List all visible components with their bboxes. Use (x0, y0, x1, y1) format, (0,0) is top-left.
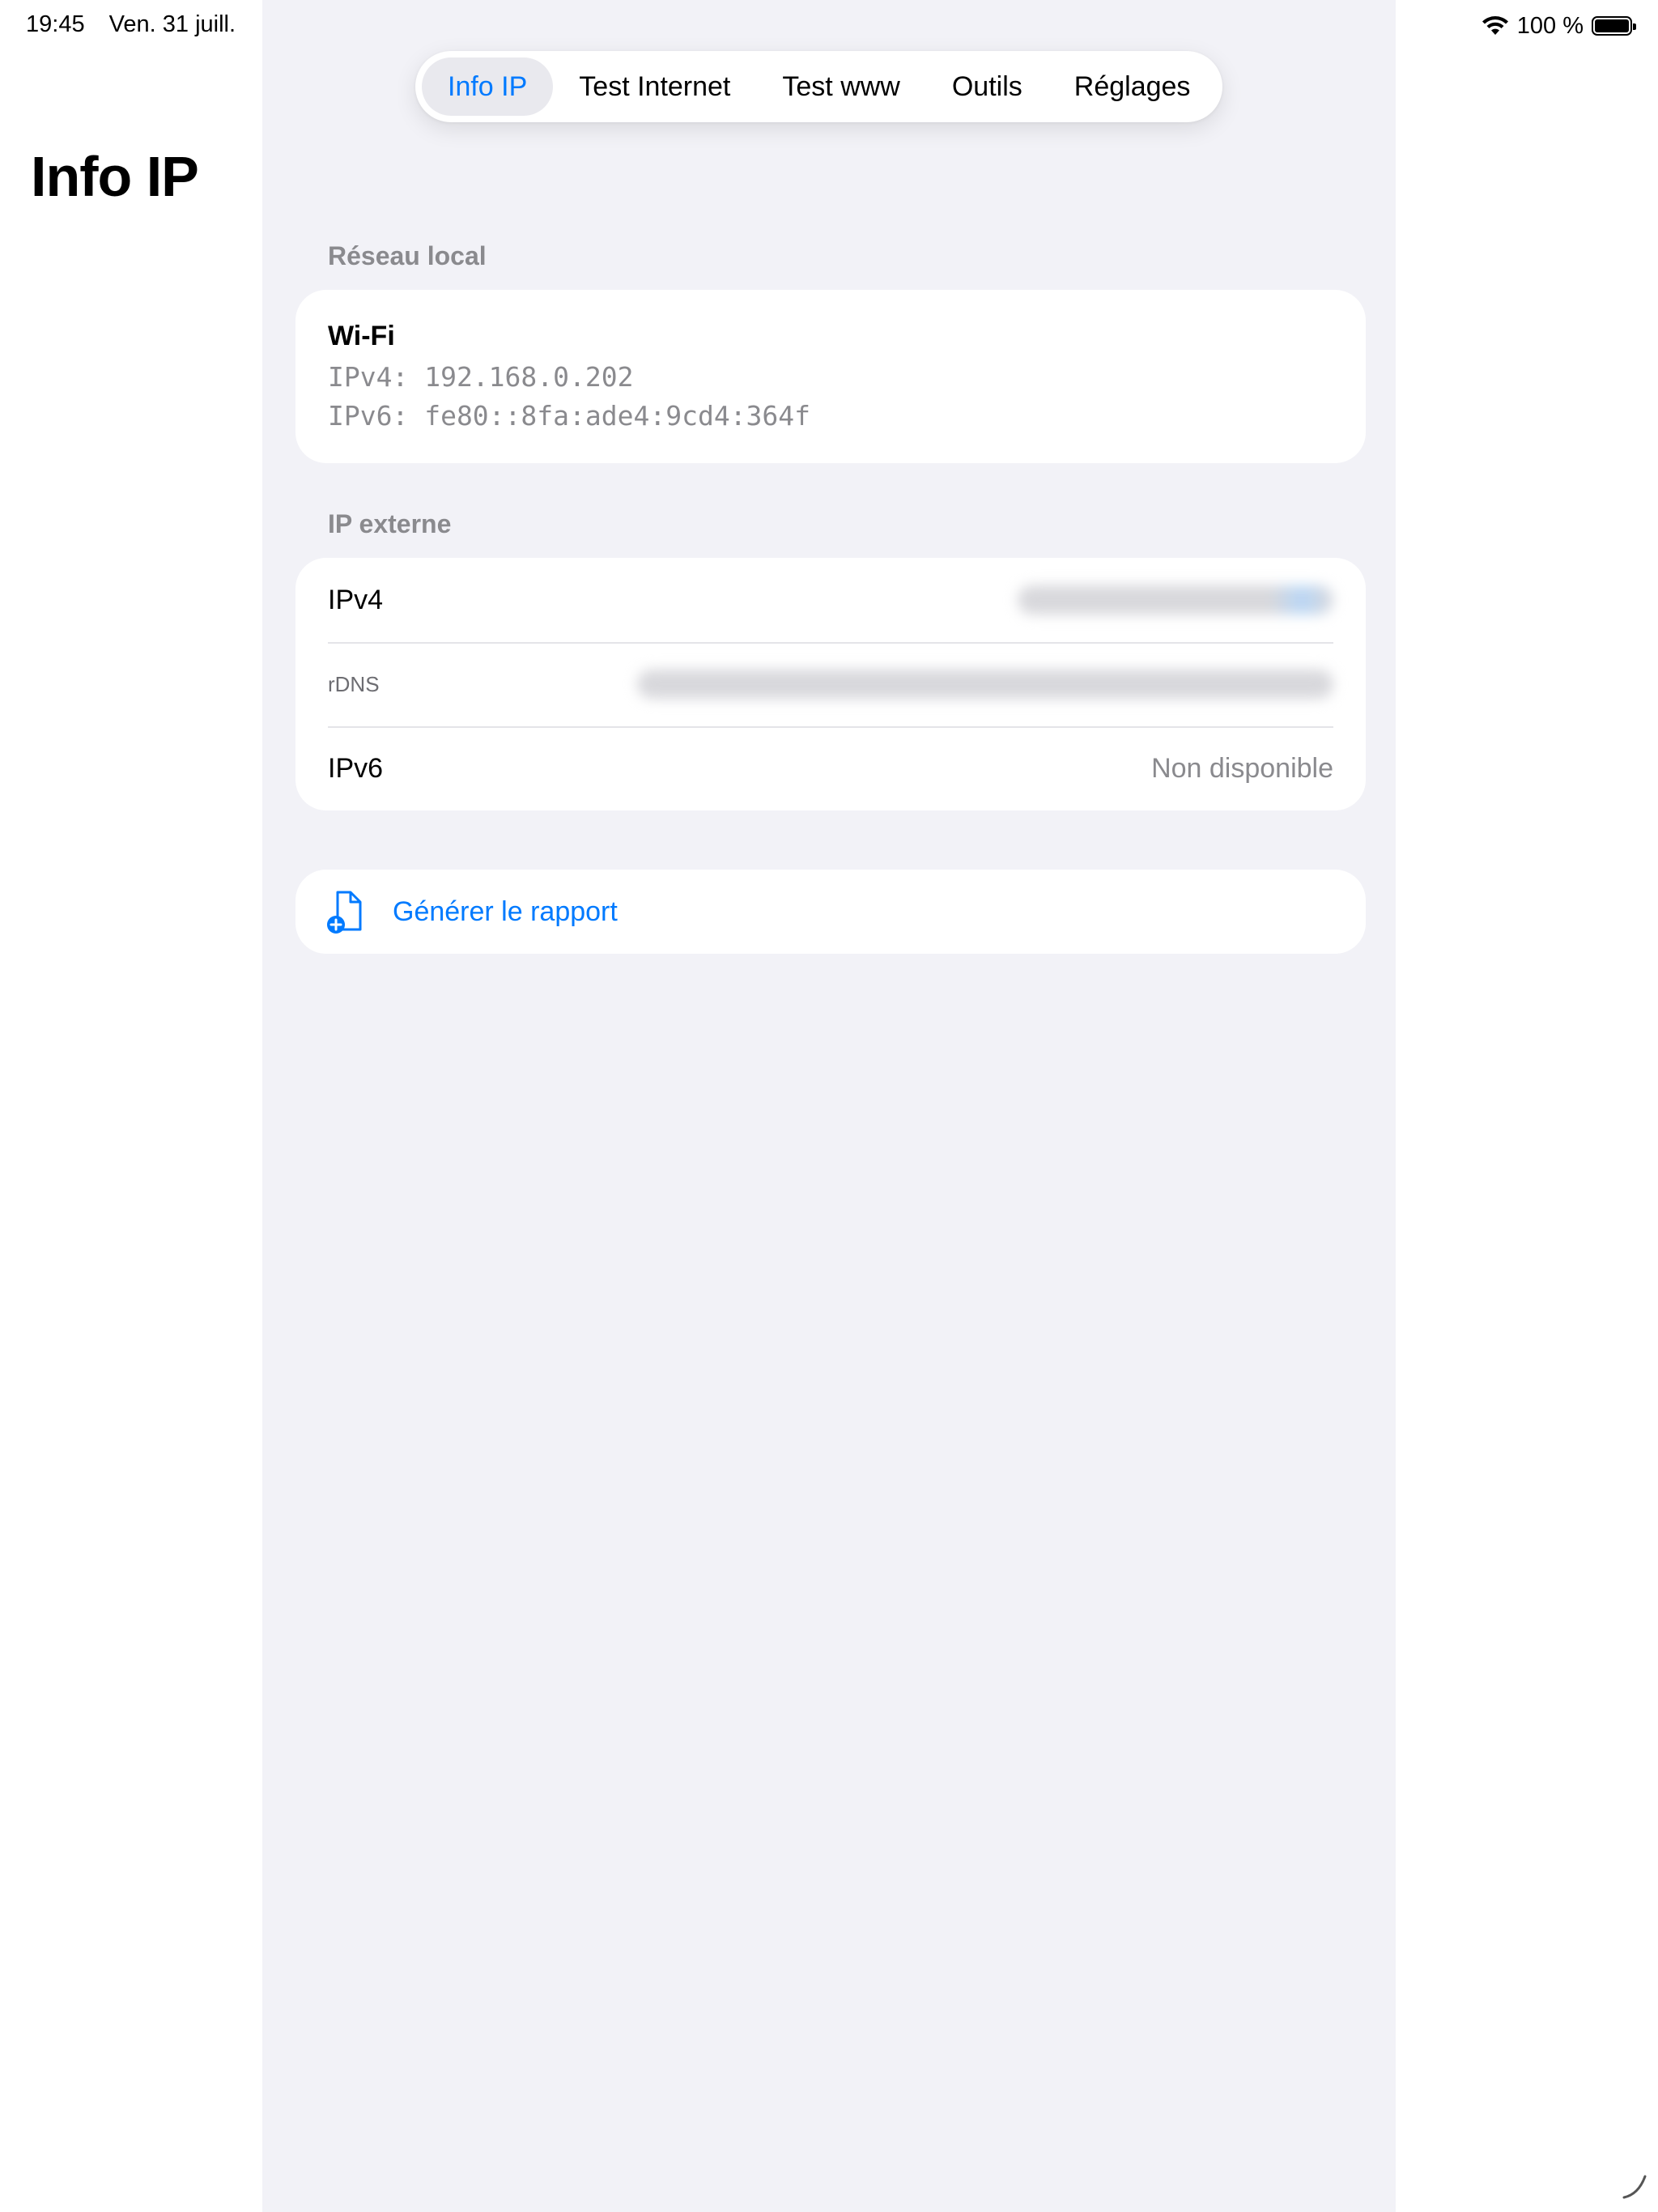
tab-test-www[interactable]: Test www (756, 57, 925, 116)
battery-full-icon (1592, 16, 1636, 36)
external-ipv6-label: IPv6 (328, 752, 384, 784)
external-ipv6-row: IPv6 Non disponible (328, 726, 1333, 810)
generate-report-label: Générer le rapport (393, 896, 618, 927)
tab-info-ip[interactable]: Info IP (422, 57, 554, 116)
rdns-label: rDNS (328, 671, 380, 696)
status-bar-right: 100 % (1482, 10, 1636, 42)
local-ipv6-address: IPv6: fe80::8fa:ade4:9cd4:364f (328, 400, 811, 432)
tab-bar: Info IP Test Internet Test www Outils Ré… (415, 51, 1223, 122)
resize-handle-icon[interactable] (1621, 2172, 1650, 2201)
tab-outils[interactable]: Outils (926, 57, 1048, 116)
redacted-ipv4-value (1018, 585, 1333, 615)
status-bar-left: 19:45 Ven. 31 juill. (26, 11, 236, 38)
external-ipv6-value: Non disponible (1151, 752, 1333, 784)
tab-test-internet[interactable]: Test Internet (553, 57, 756, 116)
tab-reglages[interactable]: Réglages (1048, 57, 1217, 116)
wifi-interface-title: Wi-Fi (328, 321, 395, 351)
document-add-icon (327, 891, 362, 934)
page-title: Info IP (31, 145, 199, 208)
status-time: 19:45 (26, 11, 85, 37)
redacted-rdns-value (637, 670, 1333, 699)
external-ip-section-label: IP externe (328, 509, 452, 538)
generate-report-button[interactable]: Générer le rapport (295, 870, 1366, 954)
external-ipv4-label: IPv4 (328, 584, 384, 615)
external-ip-card: IPv4 rDNS IPv6 Non disponible (295, 558, 1366, 810)
battery-percentage: 100 % (1516, 12, 1584, 39)
status-date: Ven. 31 juill. (108, 11, 236, 37)
sidebar (0, 0, 262, 2212)
rdns-row[interactable]: rDNS (328, 642, 1333, 728)
wifi-icon (1482, 16, 1508, 35)
local-network-section-label: Réseau local (328, 241, 487, 270)
local-ipv4-address: IPv4: 192.168.0.202 (328, 361, 634, 393)
right-pane (1396, 0, 1658, 2212)
external-ipv4-row[interactable]: IPv4 (328, 558, 1333, 644)
local-network-card: Wi-Fi IPv4: 192.168.0.202 IPv6: fe80::8f… (295, 290, 1366, 463)
